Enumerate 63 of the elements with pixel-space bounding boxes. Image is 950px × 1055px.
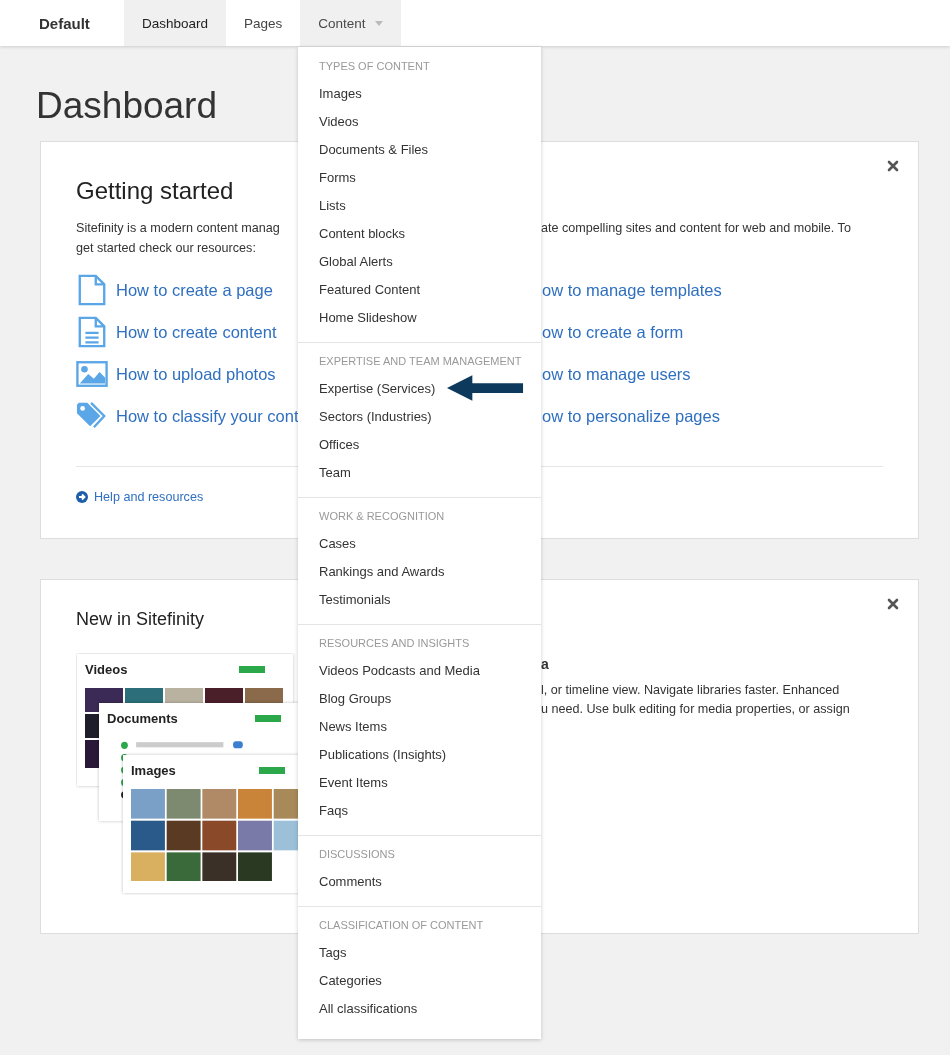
menu-item[interactable]: News Items <box>319 718 387 734</box>
nav-tab[interactable]: Pages <box>226 0 301 46</box>
menu-item[interactable]: Global Alerts <box>319 253 393 269</box>
site-name: Default <box>38 13 91 34</box>
screenshot-title: Videos <box>85 661 128 677</box>
menu-item[interactable]: Publications (Insights) <box>319 746 447 762</box>
menu-item[interactable]: Offices <box>319 436 360 452</box>
menu-item[interactable]: Expertise (Services) <box>319 380 436 396</box>
card-title: New in Sitefinity <box>76 608 206 631</box>
menu-item[interactable]: Event Items <box>319 774 388 790</box>
guide-link[interactable]: ow to personalize pages <box>542 406 720 426</box>
screenshot-title: Documents <box>107 710 178 726</box>
intro-text: ate compelling sites and content for web and mobile. To <box>541 220 852 237</box>
menu-section-header: WORK & RECOGNITION <box>319 509 446 524</box>
intro-text: Sitefinity is a modern content manag <box>76 220 281 237</box>
menu-item[interactable]: Videos Podcasts and Media <box>319 662 480 678</box>
page-title: Dashboard <box>36 84 217 128</box>
menu-item[interactable]: Cases <box>319 535 356 551</box>
menu-item[interactable]: Videos <box>319 113 359 129</box>
intro-text: get started check our resources: <box>76 240 257 257</box>
menu-item[interactable]: Home Slideshow <box>319 309 417 325</box>
guide-link[interactable]: How to upload photos <box>116 364 276 384</box>
close-icon[interactable] <box>887 598 899 610</box>
menu-item[interactable]: Categories <box>319 972 382 988</box>
menu-item[interactable]: Lists <box>319 197 346 213</box>
guide-link[interactable]: How to create content <box>116 322 277 342</box>
menu-item[interactable]: Featured Content <box>319 281 421 297</box>
close-icon[interactable] <box>887 160 899 172</box>
menu-section-header: EXPERTISE AND TEAM MANAGEMENT <box>319 354 523 369</box>
menu-section-header: DISCUSSIONS <box>319 847 396 862</box>
menu-item[interactable]: Testimonials <box>319 591 391 607</box>
guide-link[interactable]: How to create a page <box>116 280 273 300</box>
feature-heading: a <box>541 655 550 674</box>
caret-icon <box>374 20 383 26</box>
menu-item[interactable]: Rankings and Awards <box>319 563 445 579</box>
image-icon <box>76 358 108 390</box>
guide-link[interactable]: ow to manage templates <box>542 280 722 300</box>
page-icon <box>76 274 108 306</box>
menu-section-header: RESOURCES AND INSIGHTS <box>319 636 471 651</box>
feature-text: u need. Use bulk editing for media properties, or assign <box>541 701 851 718</box>
guide-link[interactable]: How to classify your cont <box>116 406 299 426</box>
nav-tab[interactable]: Dashboard <box>124 0 227 46</box>
card-title: Getting started <box>76 176 235 206</box>
arrow-circle-icon <box>76 491 88 503</box>
menu-section-header: CLASSIFICATION OF CONTENT <box>319 918 485 933</box>
menu-item[interactable]: Tags <box>319 944 347 960</box>
menu-item[interactable]: Images <box>319 85 362 101</box>
nav-tab[interactable]: Content <box>300 0 401 46</box>
menu-item[interactable]: Forms <box>319 169 356 185</box>
menu-item[interactable]: Team <box>319 464 351 480</box>
menu-item[interactable]: Comments <box>319 873 382 889</box>
menu-item[interactable]: All classifications <box>319 1000 418 1016</box>
document-icon <box>76 316 108 348</box>
guide-link[interactable]: ow to create a form <box>542 322 684 342</box>
guide-link[interactable]: ow to manage users <box>542 364 691 384</box>
help-link[interactable]: Help and resources <box>94 490 204 504</box>
feature-text: l, or timeline view. Navigate libraries faster. Enhanced <box>541 682 841 699</box>
menu-item[interactable]: Blog Groups <box>319 690 392 706</box>
menu-item[interactable]: Faqs <box>319 802 348 818</box>
menu-item[interactable]: Content blocks <box>319 225 405 241</box>
menu-item[interactable]: Sectors (Industries) <box>319 408 432 424</box>
menu-section-header: TYPES OF CONTENT <box>319 59 431 74</box>
menu-item[interactable]: Documents & Files <box>319 141 429 157</box>
